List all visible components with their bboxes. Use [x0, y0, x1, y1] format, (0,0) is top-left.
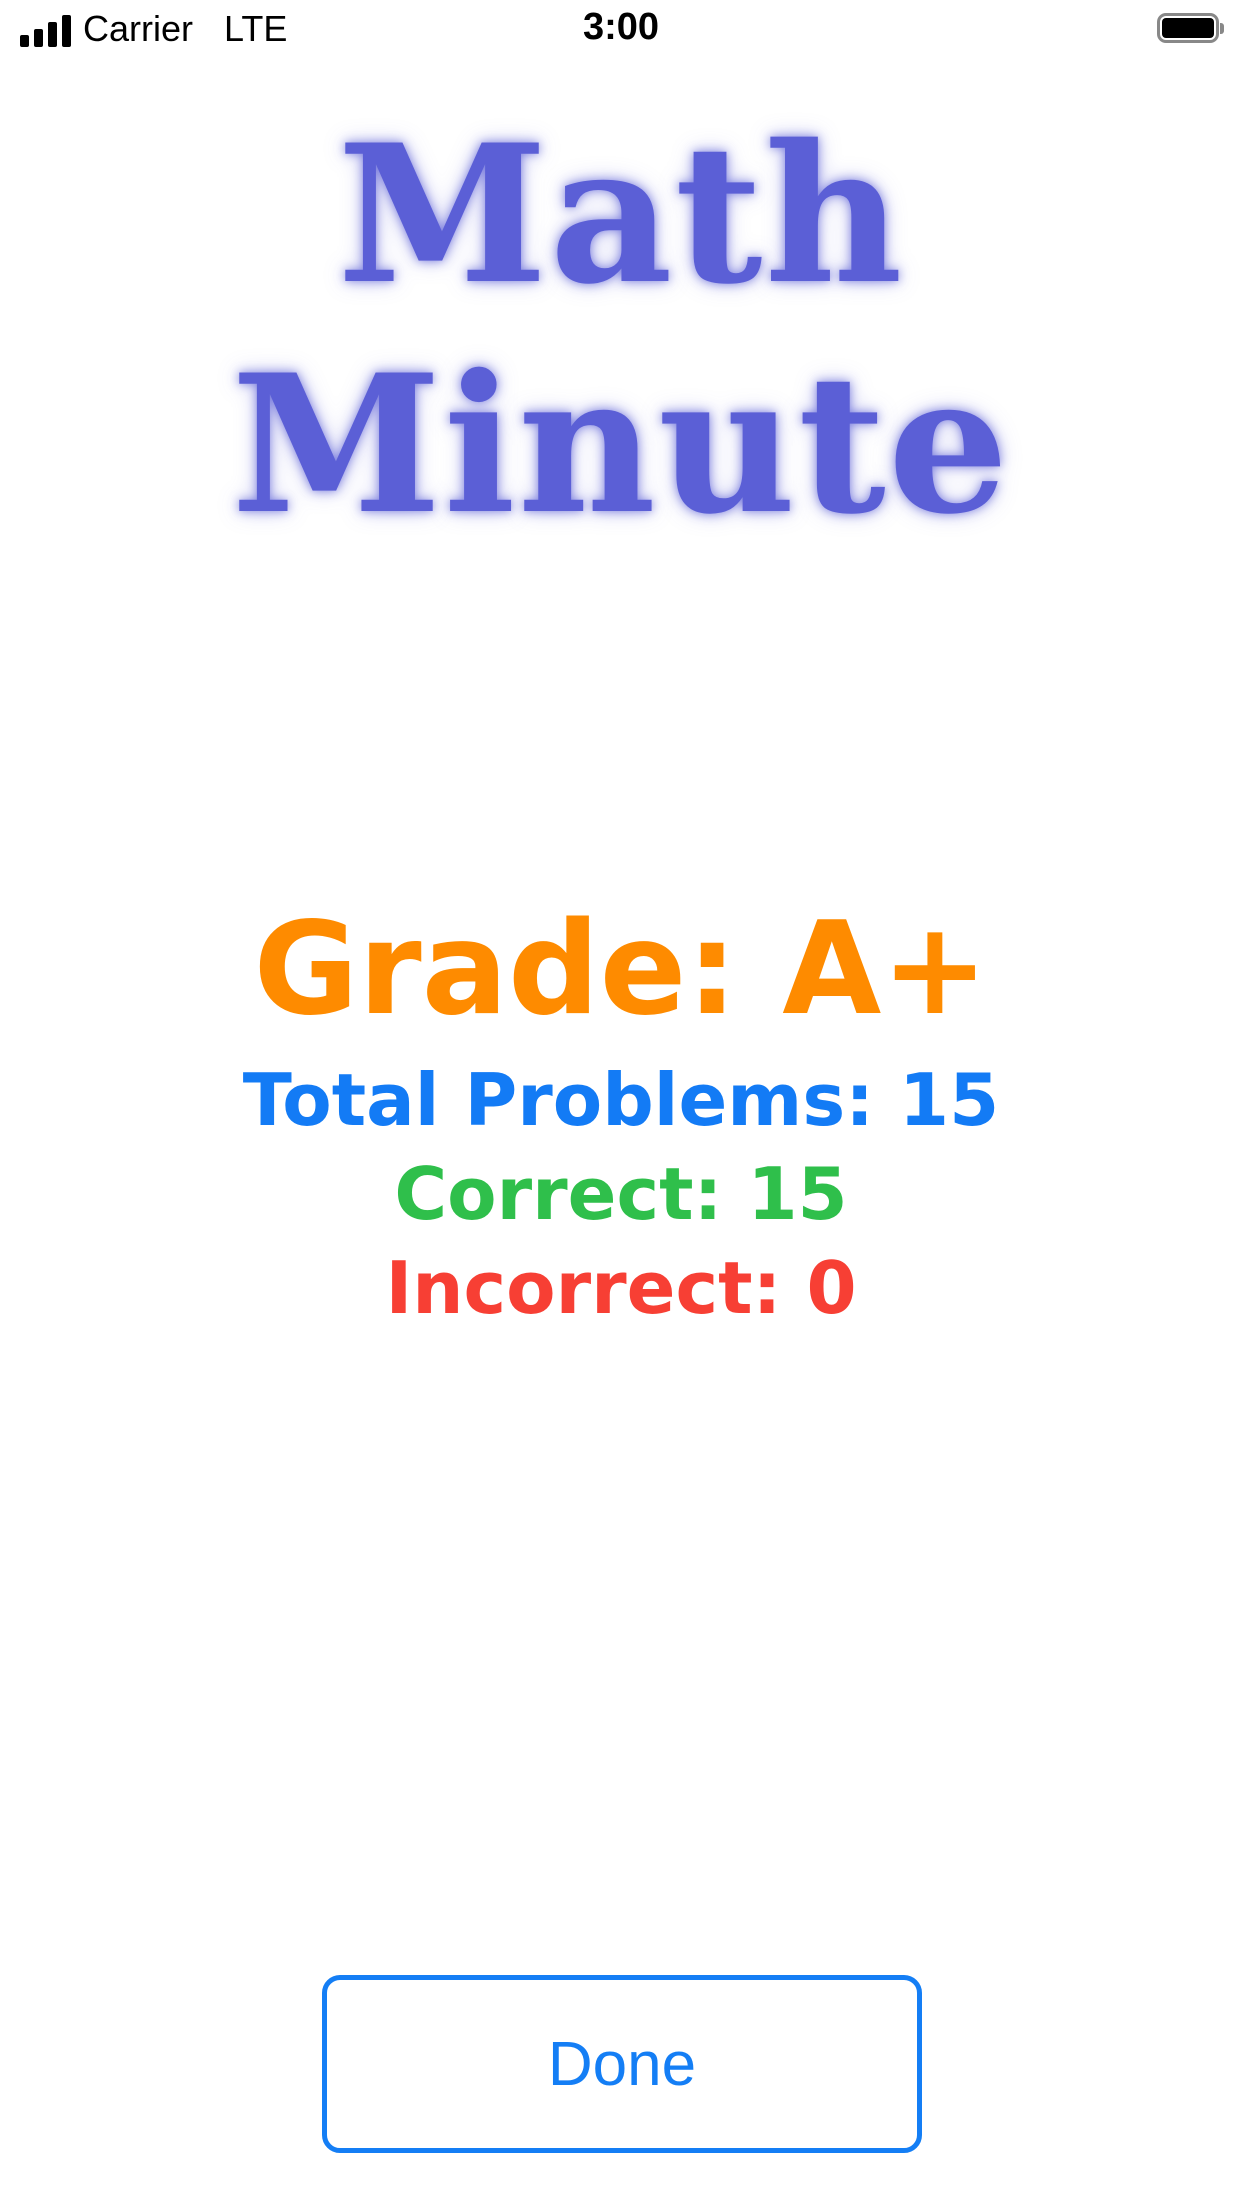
total-problems-label: Total Problems: 15 [242, 1058, 1000, 1142]
app-title: Math Minute [231, 103, 1011, 556]
incorrect-count-label: Incorrect: 0 [385, 1246, 857, 1330]
battery-full-icon [1157, 13, 1224, 45]
done-button-label: Done [547, 2029, 697, 2099]
grade-label: Grade: A+ [253, 895, 989, 1044]
correct-count-label: Correct: 15 [394, 1152, 848, 1236]
results-summary: Grade: A+ Total Problems: 15 Correct: 15… [0, 895, 1242, 1335]
status-bar: Carrier LTE 3:00 [0, 0, 1242, 60]
status-time: 3:00 [582, 6, 660, 48]
done-button[interactable]: Done [322, 1975, 922, 2153]
